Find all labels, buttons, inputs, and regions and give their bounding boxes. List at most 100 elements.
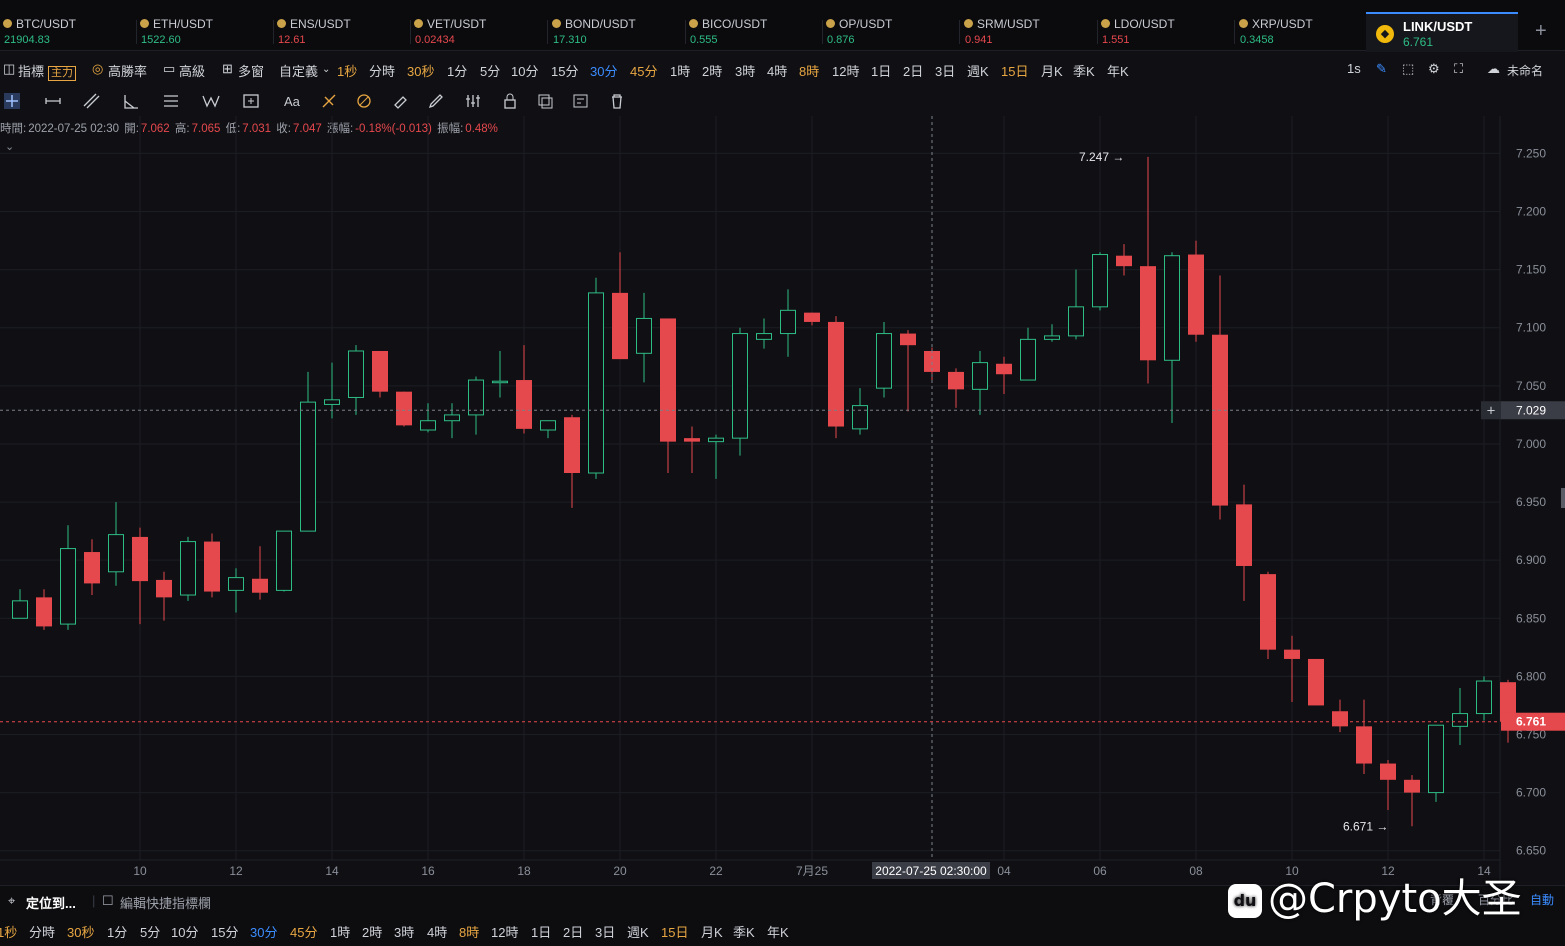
ruler-icon[interactable]	[392, 92, 414, 110]
interval-13[interactable]: 8時	[799, 61, 819, 80]
bottom-interval-8[interactable]: 45分	[290, 922, 317, 941]
ticker-tab[interactable]: SRM/USDT 0.941	[961, 14, 1098, 50]
bottom-interval-16[interactable]: 2日	[563, 922, 583, 941]
horizontal-line-icon[interactable]	[44, 92, 66, 110]
interval-6[interactable]: 15分	[551, 61, 578, 80]
bottom-interval-20[interactable]: 月K	[701, 922, 723, 941]
lock-icon[interactable]	[501, 92, 523, 110]
ticker-tab[interactable]: XRP/USDT 0.3458	[1236, 14, 1373, 50]
interval-21[interactable]: 季K	[1073, 61, 1095, 80]
bottom-interval-7[interactable]: 30分	[250, 922, 277, 941]
interval-17[interactable]: 3日	[935, 61, 955, 80]
interval-9[interactable]: 1時	[670, 61, 690, 80]
fullscreen-icon[interactable]: ⛶	[1454, 61, 1463, 77]
pencil-icon[interactable]	[427, 92, 449, 110]
ticker-tab[interactable]: BTC/USDT 21904.83	[0, 14, 137, 50]
locate-button[interactable]: 定位到...	[26, 893, 76, 912]
edit-shortcut-indicator-button[interactable]: 編輯快捷指標欄	[120, 893, 211, 912]
bottom-interval-3[interactable]: 1分	[107, 922, 127, 941]
ticker-tab[interactable]: OP/USDT 0.876	[823, 14, 960, 50]
candlestick-chart[interactable]: 7.250 7.200 7.150 7.100 7.050 7.000 6.950 6.900…	[0, 116, 1565, 884]
refresh-rate-button[interactable]: 1s	[1347, 61, 1361, 76]
parallel-channel-icon[interactable]	[82, 92, 104, 110]
auto-scale-toggle[interactable]: 自動	[1530, 891, 1554, 908]
bottom-interval-19[interactable]: 15日	[661, 922, 688, 941]
interval-19[interactable]: 15日	[1001, 61, 1028, 80]
ticker-tab[interactable]: ETH/USDT 1522.60	[137, 14, 274, 50]
interval-20[interactable]: 月K	[1041, 61, 1063, 80]
interval-11[interactable]: 3時	[735, 61, 755, 80]
layout-name-dropdown[interactable]: 未命名	[1507, 62, 1543, 79]
brush-icon[interactable]	[320, 92, 342, 110]
interval-14[interactable]: 12時	[832, 61, 859, 80]
interval-12[interactable]: 4時	[767, 61, 787, 80]
x-tick-label: 10	[133, 864, 147, 878]
ticker-tab[interactable]: BICO/USDT 0.555	[686, 14, 823, 50]
wave-pattern-icon[interactable]	[202, 92, 224, 110]
copy-icon[interactable]	[536, 92, 558, 110]
bottom-interval-22[interactable]: 年K	[767, 922, 789, 941]
crosshair-icon[interactable]	[3, 92, 25, 110]
edit-list-icon[interactable]	[572, 92, 594, 110]
bottom-interval-4[interactable]: 5分	[140, 922, 160, 941]
interval-18[interactable]: 週K	[967, 61, 989, 80]
fibonacci-icon[interactable]	[162, 92, 184, 110]
bottom-interval-10[interactable]: 2時	[362, 922, 382, 941]
rectangle-tool-icon[interactable]	[242, 92, 264, 110]
trash-icon[interactable]	[608, 92, 630, 110]
interval-2[interactable]: 30秒	[407, 61, 434, 80]
bottom-interval-11[interactable]: 3時	[394, 922, 414, 941]
screenshot-icon[interactable]: ⬚	[1402, 61, 1414, 77]
bottom-interval-9[interactable]: 1時	[330, 922, 350, 941]
coin-icon	[826, 19, 835, 28]
bottom-interval-21[interactable]: 季K	[733, 922, 755, 941]
text-tool-icon[interactable]: Aa	[283, 92, 305, 110]
pen-icon[interactable]: ✎	[1376, 61, 1387, 77]
custom-dropdown[interactable]: 自定義	[279, 61, 318, 80]
interval-4[interactable]: 5分	[480, 61, 500, 80]
y-tick-label: 6.850	[1516, 611, 1546, 625]
bottom-interval-13[interactable]: 8時	[459, 922, 479, 941]
bottom-interval-0[interactable]: 1秒	[0, 922, 17, 941]
bottom-interval-18[interactable]: 週K	[627, 922, 649, 941]
advanced-button[interactable]: 高級	[179, 61, 205, 80]
x-tick-label: 18	[517, 864, 531, 878]
bottom-interval-15[interactable]: 1日	[531, 922, 551, 941]
bottom-interval-12[interactable]: 4時	[427, 922, 447, 941]
angle-icon[interactable]	[122, 92, 144, 110]
ticker-tab[interactable]: LDO/USDT 1.551	[1098, 14, 1235, 50]
interval-16[interactable]: 2日	[903, 61, 923, 80]
bottom-interval-1[interactable]: 分時	[29, 922, 55, 941]
interval-8[interactable]: 45分	[630, 61, 657, 80]
bottom-interval-2[interactable]: 30秒	[67, 922, 94, 941]
bottom-interval-14[interactable]: 12時	[491, 922, 518, 941]
ticker-tab[interactable]: VET/USDT 0.02434	[411, 14, 548, 50]
multi-window-button[interactable]: 多窗	[238, 61, 264, 80]
interval-3[interactable]: 1分	[447, 61, 467, 80]
bottom-interval-5[interactable]: 10分	[171, 922, 198, 941]
interval-1[interactable]: 分時	[369, 61, 395, 80]
settings-gear-icon[interactable]: ⚙	[1428, 61, 1440, 77]
bottom-interval-6[interactable]: 15分	[211, 922, 238, 941]
interval-7[interactable]: 30分	[590, 61, 617, 80]
win-rate-button[interactable]: 高勝率	[108, 61, 147, 80]
watermark-text: @Crpyto大圣	[1268, 876, 1522, 922]
bars-icon[interactable]	[464, 92, 486, 110]
bottom-interval-17[interactable]: 3日	[595, 922, 615, 941]
add-ticker-plus-icon[interactable]: +	[1535, 20, 1547, 43]
ticker-tab[interactable]: ENS/USDT 12.61	[274, 14, 411, 50]
crosshair-plus-icon: +	[1487, 402, 1496, 419]
interval-10[interactable]: 2時	[702, 61, 722, 80]
ticker-tab[interactable]: BOND/USDT 17.310	[549, 14, 686, 50]
active-ticker-tab[interactable]: ◆ LINK/USDT 6.761	[1366, 12, 1518, 52]
interval-22[interactable]: 年K	[1107, 61, 1129, 80]
interval-0[interactable]: 1秒	[337, 61, 357, 80]
interval-15[interactable]: 1日	[871, 61, 891, 80]
ticker-price: 1.551	[1102, 34, 1130, 46]
x-tick-label: 08	[1189, 864, 1203, 878]
interval-5[interactable]: 10分	[511, 61, 538, 80]
candle-body	[1044, 335, 1060, 340]
collapse-chevron-icon[interactable]: ⌄	[5, 140, 14, 153]
eraser-pattern-icon[interactable]	[355, 92, 377, 110]
indicators-button[interactable]: 指標 主力	[18, 61, 77, 81]
